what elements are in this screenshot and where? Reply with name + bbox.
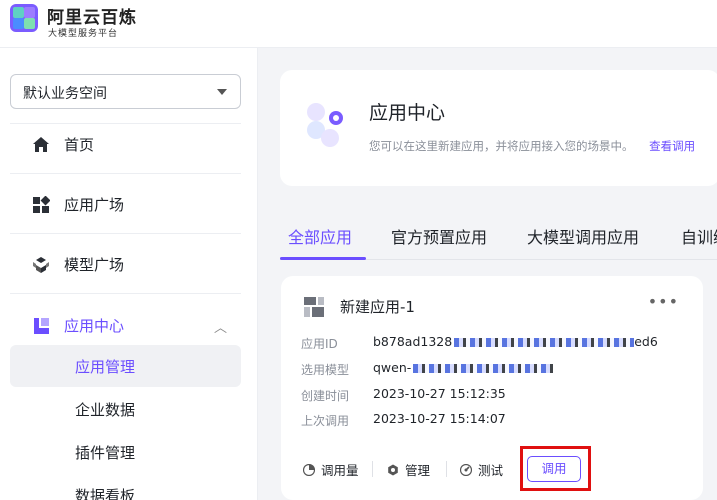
sidebar-subitem-label: 数据看板	[75, 487, 136, 500]
page-description-text: 您可以在这里新建应用，并将应用接入您的场景中。	[369, 139, 634, 153]
manage-label: 管理	[405, 463, 431, 478]
sidebar-item-home[interactable]: 首页	[10, 124, 241, 164]
tab-self-trained-apps[interactable]: 自训练	[681, 224, 717, 248]
model-label: 选用模型	[301, 363, 350, 377]
sidebar-item-app-plaza[interactable]: 应用广场	[10, 184, 241, 224]
bailian-logo-icon[interactable]	[9, 3, 39, 33]
sidebar-item-label: 应用中心	[64, 317, 125, 335]
chevron-down-icon	[217, 89, 227, 95]
action-divider	[446, 461, 447, 477]
created-time-label: 创建时间	[301, 389, 350, 403]
app-card[interactable]: 新建应用-1 ••• 应用ID b878ad1328 ed6 选用模型 qwen-…	[281, 276, 703, 500]
brand-subtitle: 大模型服务平台	[48, 29, 119, 39]
app-icon	[304, 297, 324, 317]
sidebar-subitem-label: 应用管理	[75, 358, 136, 376]
app-id-value: b878ad1328 ed6	[373, 334, 658, 349]
pie-chart-icon	[303, 464, 315, 476]
sidebar-subitem-plugin-management[interactable]: 插件管理	[10, 431, 241, 473]
app-id-label: 应用ID	[301, 337, 338, 351]
top-header: 阿里云百炼 大模型服务平台	[0, 0, 717, 48]
app-id-tail: ed6	[634, 334, 658, 349]
chevron-up-icon[interactable]: ︿	[214, 317, 227, 336]
brand-title: 阿里云百炼	[47, 8, 137, 28]
app-center-banner: 应用中心 您可以在这里新建应用，并将应用接入您的场景中。 查看调用	[280, 70, 717, 186]
redacted-mask	[413, 364, 554, 373]
model-value: qwen-	[373, 360, 554, 375]
page-description: 您可以在这里新建应用，并将应用接入您的场景中。 查看调用	[369, 138, 695, 154]
created-time-value: 2023-10-27 15:12:35	[373, 386, 506, 401]
page-title: 应用中心	[369, 102, 446, 124]
cubes-icon	[33, 257, 49, 273]
home-icon	[33, 137, 49, 152]
redacted-mask	[454, 338, 635, 347]
workspace-select[interactable]: 默认业务空间	[10, 74, 241, 109]
sidebar-divider	[10, 293, 241, 294]
sidebar-item-label: 首页	[64, 136, 95, 154]
sidebar-subitem-app-management[interactable]: 应用管理	[10, 345, 241, 387]
usage-button[interactable]: 调用量	[303, 460, 359, 479]
last-call-label: 上次调用	[301, 414, 350, 428]
app-tabs: 全部应用 官方预置应用 大模型调用应用 自训练	[280, 210, 717, 260]
app-id-text: b878ad1328	[373, 334, 453, 349]
app-card-actions: 调用量 管理 测试 调用	[281, 446, 703, 491]
tab-all-apps[interactable]: 全部应用	[288, 224, 352, 248]
manage-button[interactable]: 管理	[387, 460, 430, 479]
test-label: 测试	[478, 463, 504, 478]
sidebar-subitem-enterprise-data[interactable]: 企业数据	[10, 388, 241, 430]
call-button[interactable]: 调用	[527, 456, 581, 482]
sidebar-subitem-label: 企业数据	[75, 401, 136, 419]
sidebar: 默认业务空间 首页 应用广场 模型广场 应用中心 ︿ 应用管理 企业数据 插件管…	[0, 48, 258, 500]
view-call-link[interactable]: 查看调用	[649, 139, 695, 153]
tab-official-apps[interactable]: 官方预置应用	[391, 224, 487, 248]
sidebar-divider	[10, 233, 241, 234]
app-center-icon	[34, 318, 49, 334]
active-tab-indicator	[280, 257, 366, 260]
tab-llm-call-apps[interactable]: 大模型调用应用	[527, 224, 639, 248]
app-center-illustration-icon	[307, 103, 343, 147]
sidebar-subitem-label: 插件管理	[75, 444, 136, 462]
workspace-select-value: 默认业务空间	[23, 86, 107, 102]
usage-label: 调用量	[321, 463, 359, 478]
sidebar-subitem-data-dashboard[interactable]: 数据看板	[10, 474, 241, 500]
grid-icon	[33, 196, 50, 213]
sidebar-item-model-plaza[interactable]: 模型广场	[10, 244, 241, 284]
sidebar-item-label: 应用广场	[64, 196, 125, 214]
more-options-icon[interactable]: •••	[648, 292, 679, 311]
last-call-value: 2023-10-27 15:14:07	[373, 411, 506, 426]
sidebar-divider	[10, 173, 241, 174]
gauge-icon	[460, 464, 472, 476]
sidebar-item-app-center[interactable]: 应用中心 ︿	[10, 305, 241, 345]
gear-icon	[388, 464, 398, 476]
model-text: qwen-	[373, 360, 412, 375]
sidebar-item-label: 模型广场	[64, 256, 125, 274]
test-button[interactable]: 测试	[460, 460, 503, 479]
app-card-title: 新建应用-1	[340, 298, 415, 316]
action-divider	[372, 461, 373, 477]
